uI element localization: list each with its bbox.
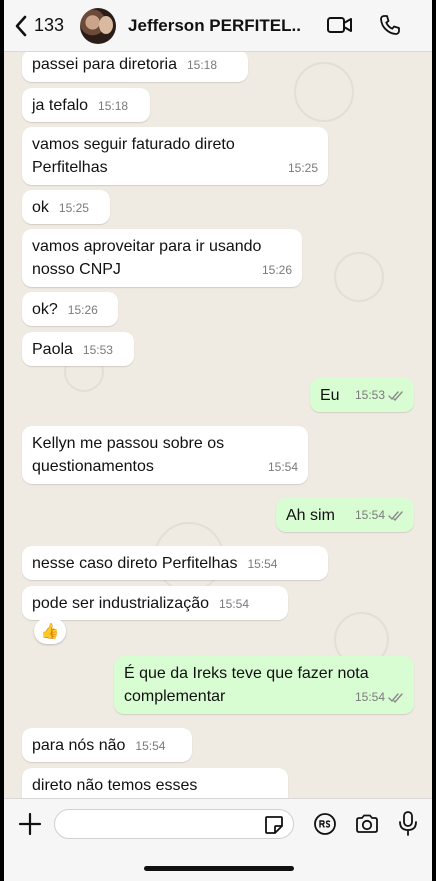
message-text: ok?	[32, 301, 58, 318]
message-text: Eu	[320, 387, 340, 404]
incoming-message[interactable]: Paola 15:53	[22, 332, 134, 366]
incoming-message[interactable]: Kellyn me passou sobre os questionamento…	[22, 426, 308, 484]
microphone-icon[interactable]	[397, 810, 419, 838]
sticker-icon[interactable]	[263, 814, 285, 836]
double-check-icon	[388, 510, 403, 521]
message-time: 15:54	[354, 508, 385, 522]
outgoing-message[interactable]: É que da Ireks teve que fazer nota compl…	[114, 656, 414, 714]
message-text: Kellyn me passou sobre os questionamento…	[32, 435, 225, 475]
message-text: pode ser industrialização	[32, 595, 209, 612]
incoming-message[interactable]: direto não temos esses	[22, 768, 288, 798]
incoming-message[interactable]: ok 15:25	[22, 190, 110, 224]
unread-count: 133	[34, 15, 65, 35]
message-time: 15:18	[98, 99, 129, 113]
plus-icon[interactable]	[18, 812, 42, 836]
message-text: ja tefalo	[32, 97, 89, 114]
payment-icon[interactable]	[313, 812, 337, 836]
incoming-message[interactable]: vamos seguir faturado direto Perfitelhas…	[22, 127, 328, 185]
home-indicator	[144, 866, 294, 871]
message-text: passei para diretoria	[32, 56, 177, 73]
incoming-message[interactable]: para nós não 15:54	[22, 728, 192, 762]
message-text: direto não temos esses	[32, 777, 198, 794]
contact-avatar[interactable]	[80, 7, 117, 44]
message-time: 15:54	[135, 739, 166, 753]
incoming-message[interactable]: passei para diretoria 15:18	[22, 52, 248, 82]
message-time: 15:53	[354, 388, 385, 402]
chevron-left-icon	[15, 15, 27, 36]
message-list[interactable]: passei para diretoria 15:18 ja tefalo 15:1…	[4, 52, 432, 798]
incoming-message[interactable]: pode ser industrialização 15:54	[22, 586, 288, 620]
outgoing-message[interactable]: Ah sim 15:54	[276, 498, 414, 532]
message-time: 15:54	[219, 597, 250, 611]
message-text: vamos seguir faturado direto Perfitelhas	[32, 136, 235, 176]
message-time: 15:25	[58, 201, 89, 215]
camera-icon[interactable]	[354, 812, 380, 836]
double-check-icon	[388, 692, 403, 703]
double-check-icon	[388, 390, 403, 401]
message-text: ok	[32, 199, 49, 216]
message-time: 15:53	[82, 343, 113, 357]
message-time: 15:54	[354, 690, 385, 704]
phone-call-icon[interactable]	[378, 13, 402, 37]
message-time: 15:18	[186, 58, 217, 72]
message-time: 15:26	[261, 263, 292, 277]
reaction-badge[interactable]: 👍	[34, 618, 66, 644]
chat-screen: 133 Jefferson PERFITEL... passei para di…	[4, 0, 432, 881]
message-text: nesse caso direto Perfitelhas	[32, 555, 238, 572]
message-time: 15:26	[67, 303, 98, 317]
composer-bar	[4, 798, 432, 881]
thumbs-up-icon: 👍	[40, 623, 60, 640]
incoming-message[interactable]: ok? 15:26	[22, 292, 118, 326]
incoming-message[interactable]: vamos aproveitar para ir usando nosso CN…	[22, 229, 302, 287]
video-call-icon[interactable]	[326, 13, 354, 37]
message-text: para nós não	[32, 737, 126, 754]
message-text: Ah sim	[286, 507, 335, 524]
contact-name[interactable]: Jefferson PERFITEL...	[128, 16, 300, 36]
back-button[interactable]: 133	[14, 15, 64, 37]
incoming-message[interactable]: nesse caso direto Perfitelhas 15:54	[22, 546, 328, 580]
message-time: 15:54	[247, 557, 278, 571]
outgoing-message[interactable]: Eu 15:53	[310, 378, 414, 412]
message-text: Paola	[32, 341, 73, 358]
message-time: 15:54	[267, 460, 298, 474]
chat-header: 133 Jefferson PERFITEL...	[4, 0, 432, 52]
message-time: 15:25	[287, 161, 318, 175]
message-text: vamos aproveitar para ir usando nosso CN…	[32, 238, 262, 278]
message-input[interactable]	[54, 809, 294, 839]
incoming-message[interactable]: ja tefalo 15:18	[22, 88, 150, 122]
